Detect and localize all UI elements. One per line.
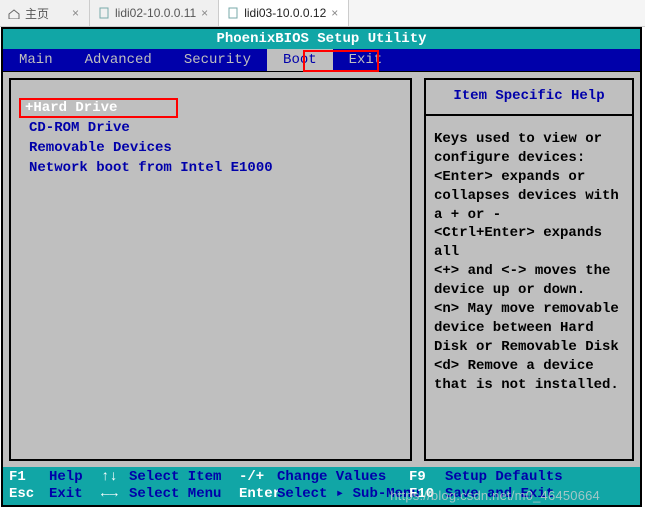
menu-item-boot[interactable]: Boot (267, 49, 333, 71)
boot-item-hard-drive[interactable]: +Hard Drive (19, 98, 178, 118)
boot-list: +Hard Drive CD-ROM Drive Removable Devic… (23, 98, 398, 178)
browser-tab-active[interactable]: lidi03-10.0.0.12 × (219, 0, 349, 26)
boot-item-cdrom[interactable]: CD-ROM Drive (23, 118, 398, 138)
tab-label: lidi03-10.0.0.12 (244, 6, 326, 20)
bios-footer: F1 Help ↑↓ Select Item -/+ Change Values… (3, 467, 640, 505)
help-title: Item Specific Help (426, 80, 632, 116)
label-exit: Exit (49, 486, 101, 502)
page-icon (227, 7, 239, 19)
help-body: Keys used to view or configure devices: … (426, 116, 632, 400)
bios-menu: Main Advanced Security Boot Exit (3, 49, 640, 71)
bios-frame: PhoenixBIOS Setup Utility Main Advanced … (1, 27, 642, 507)
footer-row-1: F1 Help ↑↓ Select Item -/+ Change Values… (9, 469, 634, 485)
boot-item-label: +Hard Drive (25, 100, 117, 116)
label-change-values: Change Values (277, 469, 409, 485)
help-panel: Item Specific Help Keys used to view or … (424, 78, 634, 461)
home-icon (8, 8, 20, 18)
label-save-exit: Save and Exit (445, 486, 554, 502)
boot-item-label: Network boot from Intel E1000 (29, 160, 273, 176)
menu-item-exit[interactable]: Exit (333, 49, 399, 71)
close-icon[interactable]: × (331, 6, 338, 20)
bios-title: PhoenixBIOS Setup Utility (3, 29, 640, 49)
bios-body: +Hard Drive CD-ROM Drive Removable Devic… (3, 71, 640, 467)
label-help: Help (49, 469, 101, 485)
tab-label: 主页 (25, 5, 49, 22)
label-select-menu: Select Menu (129, 486, 239, 502)
label-select-submenu: Select ▸ Sub-Menu (277, 485, 409, 502)
label-setup-defaults: Setup Defaults (445, 469, 563, 485)
footer-row-2: Esc Exit ←→ Select Menu Enter Select ▸ S… (9, 485, 634, 502)
menu-item-security[interactable]: Security (168, 49, 267, 71)
key-f10: F10 (409, 486, 445, 502)
key-enter: Enter (239, 486, 277, 502)
boot-item-label: CD-ROM Drive (29, 120, 130, 136)
boot-order-panel: +Hard Drive CD-ROM Drive Removable Devic… (9, 78, 412, 461)
close-icon[interactable]: × (72, 6, 79, 20)
boot-item-removable[interactable]: Removable Devices (23, 138, 398, 158)
arrow-updown-icon: ↑↓ (101, 469, 129, 485)
menu-item-main[interactable]: Main (3, 49, 69, 71)
menu-item-advanced[interactable]: Advanced (69, 49, 168, 71)
key-f9: F9 (409, 469, 445, 485)
tab-label: lidi02-10.0.0.11 (115, 6, 196, 20)
close-icon[interactable]: × (201, 6, 208, 20)
key-plusminus: -/+ (239, 469, 277, 485)
boot-item-network[interactable]: Network boot from Intel E1000 (23, 158, 398, 178)
boot-item-label: Removable Devices (29, 140, 172, 156)
browser-tab-bar: 主页 × lidi02-10.0.0.11 × lidi03-10.0.0.12… (0, 0, 645, 27)
arrow-leftright-icon: ←→ (101, 486, 129, 502)
key-esc: Esc (9, 486, 49, 502)
label-select-item: Select Item (129, 469, 239, 485)
page-icon (98, 7, 110, 19)
browser-tab[interactable]: 主页 × (0, 0, 90, 26)
browser-tab[interactable]: lidi02-10.0.0.11 × (90, 0, 219, 26)
key-f1: F1 (9, 469, 49, 485)
